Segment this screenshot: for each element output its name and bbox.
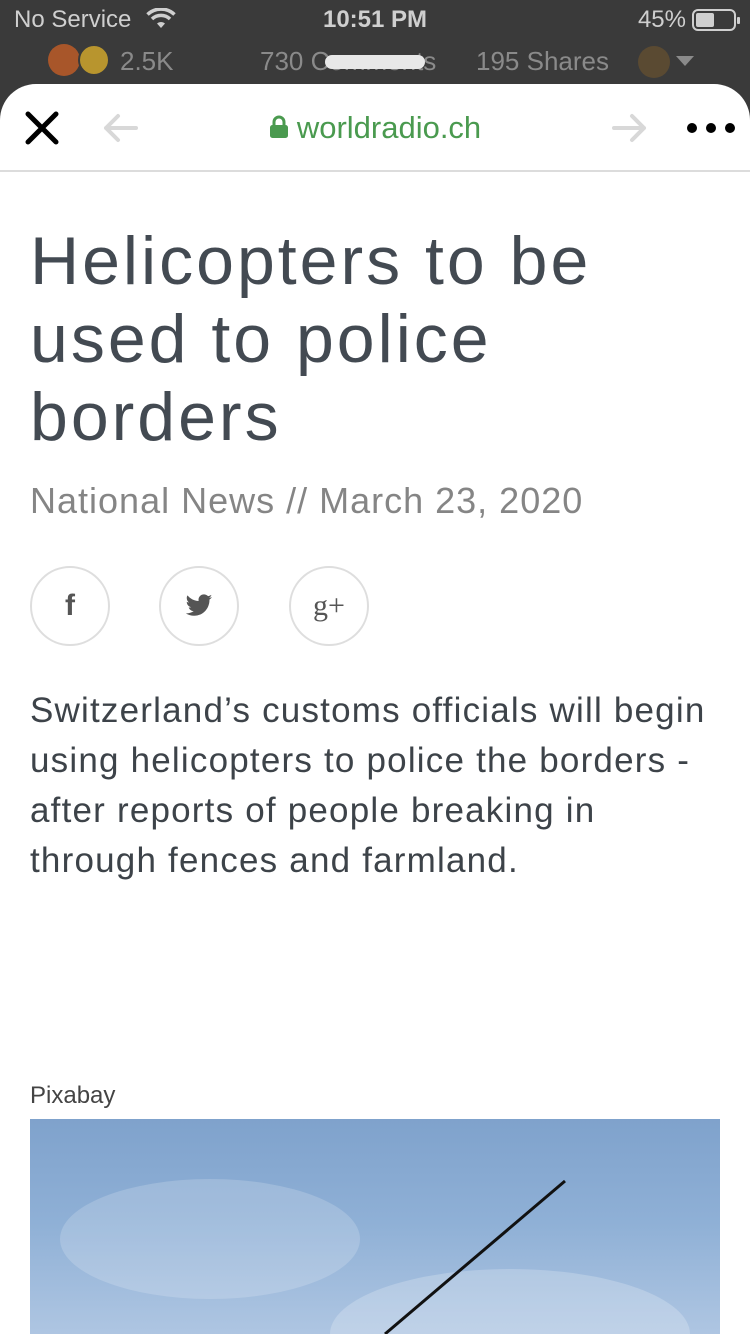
article-meta[interactable]: National News // March 23, 2020 bbox=[30, 480, 583, 522]
avatar bbox=[638, 46, 670, 78]
battery-icon bbox=[692, 9, 740, 31]
article-image[interactable] bbox=[30, 1119, 720, 1334]
sheet-grabber[interactable] bbox=[325, 55, 425, 69]
article-lede: Switzerland’s customs officials will beg… bbox=[30, 691, 706, 880]
image-credit: Pixabay bbox=[30, 1082, 116, 1109]
helicopter-rotor-graphic bbox=[384, 1179, 566, 1334]
reaction-count: 2.5K bbox=[120, 46, 174, 76]
status-bar: No Service 10:51 PM 45% bbox=[0, 0, 750, 40]
forward-arrow-icon[interactable] bbox=[610, 112, 650, 144]
twitter-icon bbox=[185, 594, 213, 616]
more-icon[interactable] bbox=[686, 122, 736, 134]
article-title: Helicopters to be used to police borders bbox=[30, 223, 592, 455]
in-app-browser: worldradio.ch Helicopters to be used to … bbox=[0, 84, 750, 1334]
browser-navbar: worldradio.ch bbox=[0, 84, 750, 172]
shares-count: 195 Shares bbox=[476, 46, 609, 76]
share-google-plus-button[interactable]: g+ bbox=[289, 566, 369, 646]
share-facebook-button[interactable]: f bbox=[30, 566, 110, 646]
reactions-icon bbox=[48, 44, 112, 76]
lock-icon bbox=[269, 115, 288, 138]
chevron-down-icon bbox=[676, 56, 694, 66]
url-text: worldradio.ch bbox=[296, 110, 482, 145]
google-plus-icon: g+ bbox=[313, 589, 345, 622]
share-twitter-button[interactable] bbox=[159, 566, 239, 646]
battery-percent: 45% bbox=[637, 6, 686, 33]
facebook-icon: f bbox=[65, 589, 75, 622]
